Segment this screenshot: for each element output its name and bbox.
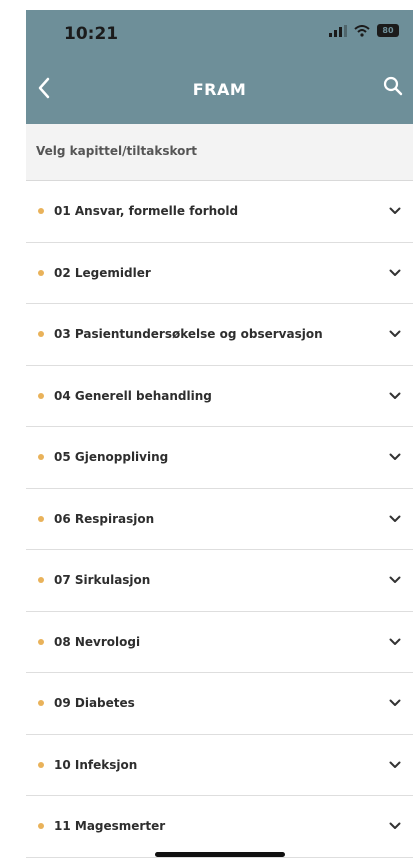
chapter-list: 01 Ansvar, formelle forhold 02 Legemidle… bbox=[26, 181, 413, 858]
chevron-down-icon bbox=[389, 515, 401, 522]
chapter-item[interactable]: 01 Ansvar, formelle forhold bbox=[26, 181, 413, 243]
battery-icon: 80 bbox=[377, 24, 399, 37]
chapter-item[interactable]: 11 Magesmerter bbox=[26, 796, 413, 858]
chapter-label: 03 Pasientundersøkelse og observasjon bbox=[54, 327, 323, 342]
bullet-icon bbox=[38, 761, 44, 768]
chevron-down-icon bbox=[389, 269, 401, 276]
chapter-label: 01 Ansvar, formelle forhold bbox=[54, 204, 239, 219]
bullet-icon bbox=[38, 700, 44, 707]
cellular-signal-icon bbox=[329, 24, 347, 37]
chapter-item[interactable]: 06 Respirasjon bbox=[26, 489, 413, 550]
chapter-label: 02 Legemidler bbox=[54, 265, 151, 280]
chapter-item[interactable]: 07 Sirkulasjon bbox=[26, 550, 413, 612]
chapter-label: 11 Magesmerter bbox=[54, 819, 166, 834]
wifi-icon bbox=[354, 24, 370, 37]
chevron-down-icon bbox=[389, 699, 401, 707]
bullet-icon bbox=[38, 392, 44, 399]
bullet-icon bbox=[38, 515, 44, 522]
bullet-icon bbox=[38, 638, 44, 645]
chapter-label: 08 Nevrologi bbox=[54, 634, 141, 649]
chevron-down-icon bbox=[389, 761, 401, 768]
chevron-down-icon bbox=[389, 822, 401, 830]
search-button[interactable] bbox=[379, 72, 407, 100]
chapter-label: 05 Gjenoppliving bbox=[54, 450, 169, 465]
bullet-icon bbox=[38, 331, 44, 338]
chevron-down-icon bbox=[389, 330, 401, 338]
chapter-item[interactable]: 05 Gjenoppliving bbox=[26, 427, 413, 489]
bullet-icon bbox=[38, 823, 44, 830]
chapter-item[interactable]: 02 Legemidler bbox=[26, 243, 413, 304]
chapter-item[interactable]: 09 Diabetes bbox=[26, 673, 413, 735]
chevron-down-icon bbox=[389, 392, 401, 399]
chapter-label: 06 Respirasjon bbox=[54, 511, 155, 526]
app-screen: 10:21 80 FRAM Velg kapittel/tiltakskort … bbox=[26, 10, 413, 867]
chapter-label: 07 Sirkulasjon bbox=[54, 573, 151, 588]
page-title: FRAM bbox=[192, 80, 247, 99]
chapter-item[interactable]: 04 Generell behandling bbox=[26, 366, 413, 427]
chapter-label: 10 Infeksjon bbox=[54, 757, 138, 772]
bullet-icon bbox=[38, 269, 44, 276]
chevron-down-icon bbox=[389, 638, 401, 645]
chapter-item[interactable]: 03 Pasientundersøkelse og observasjon bbox=[26, 304, 413, 366]
section-label: Velg kapittel/tiltakskort bbox=[36, 144, 198, 158]
search-icon bbox=[383, 76, 403, 96]
status-time: 10:21 bbox=[64, 24, 119, 44]
bullet-icon bbox=[38, 208, 44, 215]
chevron-down-icon bbox=[389, 576, 401, 584]
chevron-down-icon bbox=[389, 207, 401, 215]
app-header: 10:21 80 FRAM bbox=[26, 10, 413, 124]
bullet-icon bbox=[38, 577, 44, 584]
home-indicator[interactable] bbox=[155, 852, 285, 857]
chevron-down-icon bbox=[389, 453, 401, 461]
section-header: Velg kapittel/tiltakskort bbox=[26, 124, 413, 181]
bullet-icon bbox=[38, 454, 44, 461]
chapter-item[interactable]: 10 Infeksjon bbox=[26, 735, 413, 796]
chapter-label: 09 Diabetes bbox=[54, 696, 135, 711]
status-icons: 80 bbox=[329, 24, 399, 37]
chapter-item[interactable]: 08 Nevrologi bbox=[26, 612, 413, 673]
chapter-label: 04 Generell behandling bbox=[54, 388, 212, 403]
